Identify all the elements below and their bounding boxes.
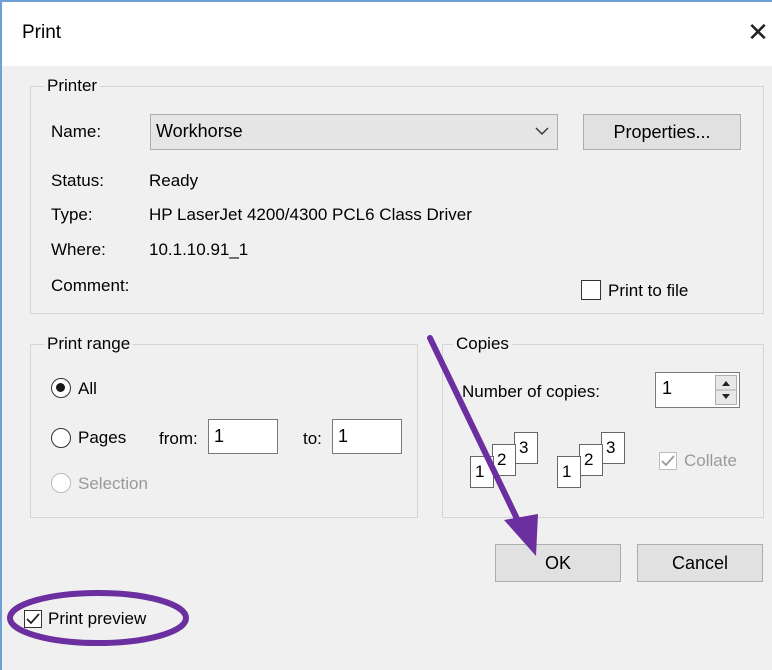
annotation-overlay <box>7 335 538 646</box>
annotation-ellipse <box>7 590 189 646</box>
annotation-arrow-line <box>427 335 523 528</box>
annotation-arrow-head <box>504 514 538 556</box>
